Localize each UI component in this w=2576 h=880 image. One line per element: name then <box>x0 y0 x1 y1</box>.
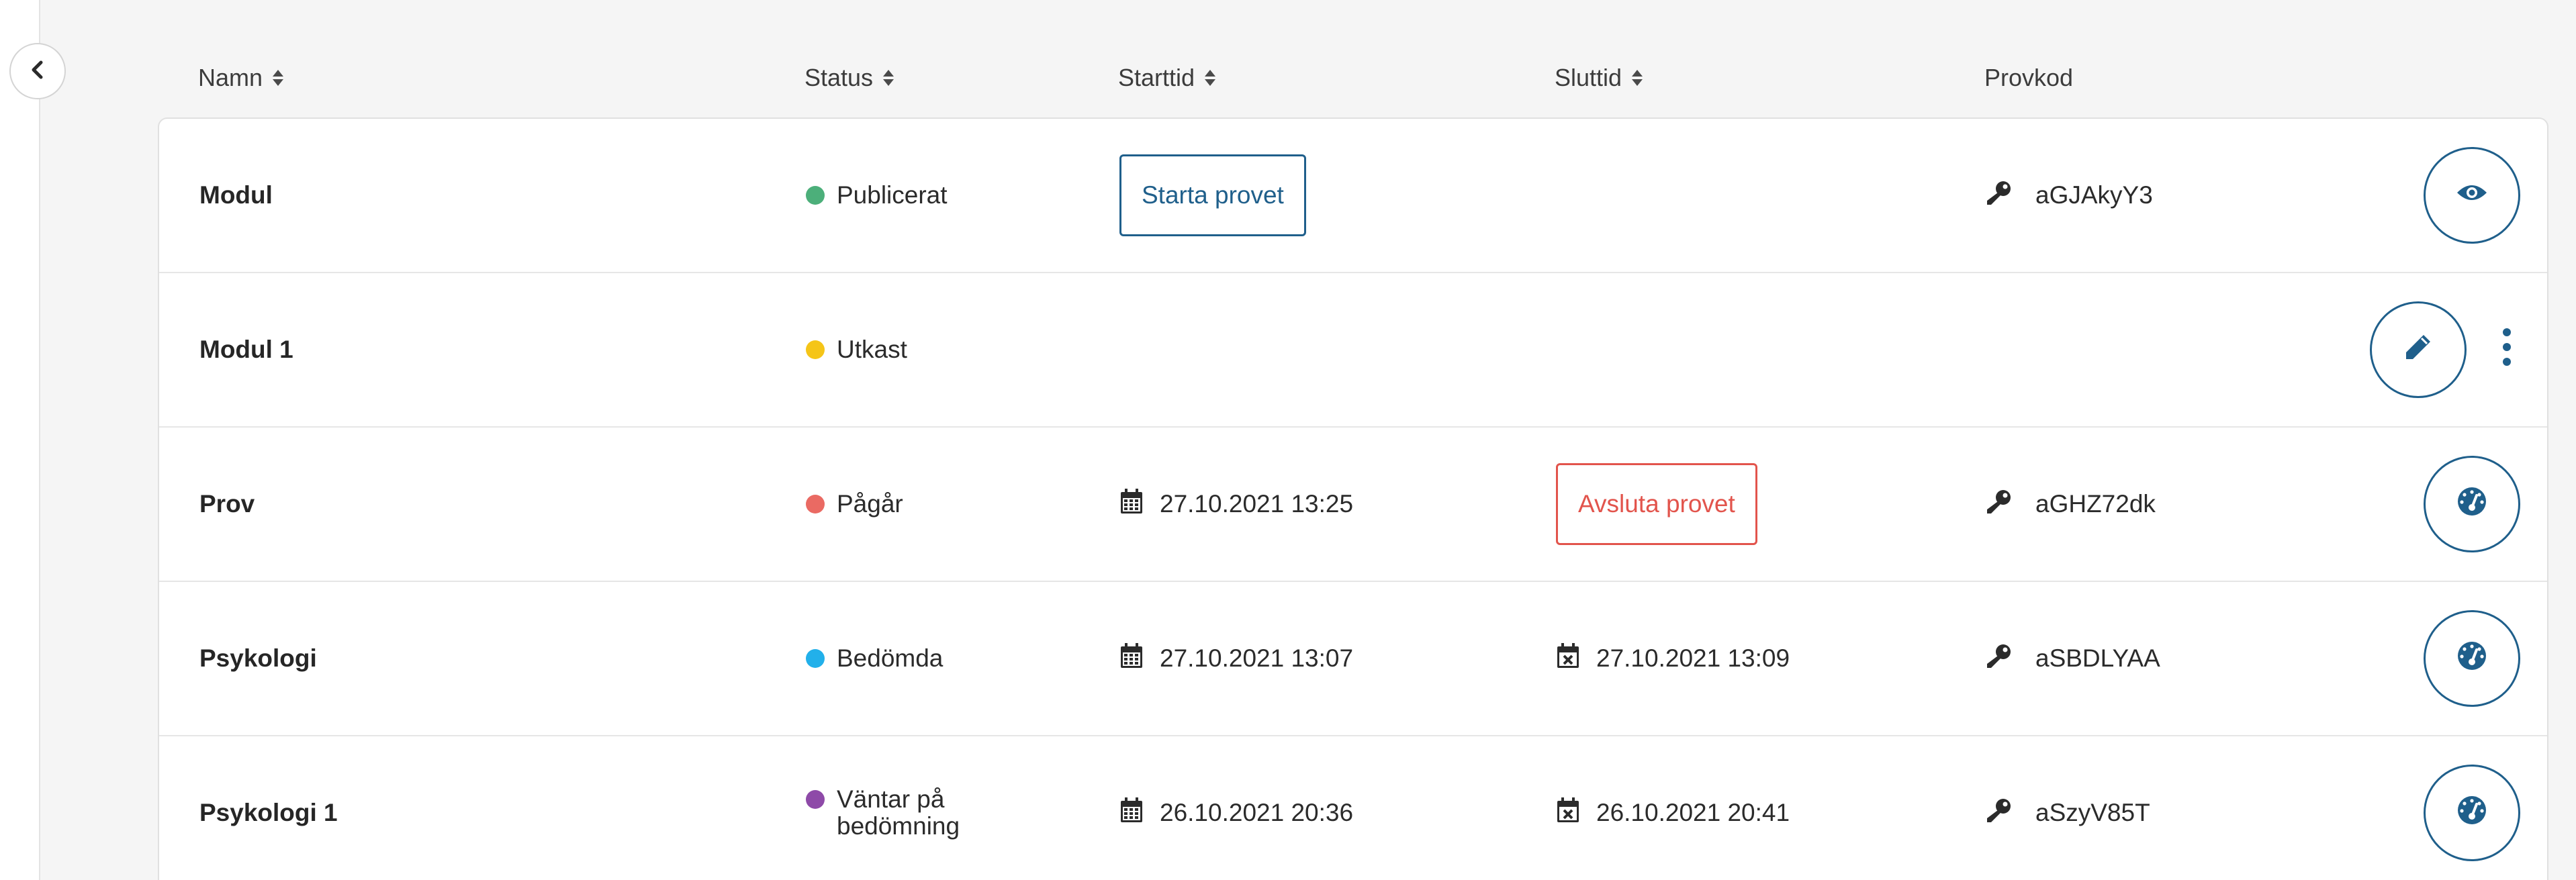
start-time: 26.10.2021 20:36 <box>1160 799 1354 826</box>
column-label: Starttid <box>1118 64 1195 91</box>
calendar-times-icon <box>1556 642 1580 675</box>
sort-icon <box>882 69 894 87</box>
sort-icon <box>1631 69 1643 87</box>
collapse-sidebar-button[interactable] <box>9 43 66 99</box>
results-button[interactable] <box>2424 765 2520 861</box>
key-icon <box>1986 642 2013 675</box>
key-icon <box>1986 179 2013 212</box>
row-status: Väntar på bedömning <box>806 736 1011 880</box>
sort-icon <box>1204 69 1216 87</box>
status-dot <box>806 340 825 359</box>
column-label: Namn <box>198 64 263 91</box>
view-button[interactable] <box>2424 147 2520 244</box>
end-exam-button[interactable]: Avsluta provet <box>1556 463 1757 545</box>
row-code: aSzyV85T <box>1986 736 2150 880</box>
row-actions <box>2424 428 2520 581</box>
main-content: Namn Status Starttid Sluttid Provkod Mod… <box>40 0 2576 880</box>
column-label: Provkod <box>1984 64 2074 91</box>
row-name: Psykologi 1 <box>199 799 338 826</box>
sort-icon <box>272 69 284 87</box>
column-header-name[interactable]: Namn <box>198 51 284 105</box>
status-text: Bedömda <box>837 644 944 672</box>
row-end: 27.10.2021 13:09 <box>1556 582 1790 735</box>
results-button[interactable] <box>2424 610 2520 707</box>
speedometer-icon <box>2455 795 2489 832</box>
column-header-start[interactable]: Starttid <box>1118 51 1216 105</box>
edit-button[interactable] <box>2370 301 2467 398</box>
status-dot <box>806 649 825 668</box>
row-name: Modul <box>199 181 273 209</box>
row-start: 26.10.2021 20:36 <box>1119 736 1353 880</box>
more-options-button[interactable] <box>2493 320 2520 380</box>
results-button[interactable] <box>2424 456 2520 552</box>
calendar-icon <box>1119 488 1144 521</box>
exam-code: aSzyV85T <box>2035 799 2150 826</box>
status-text: Publicerat <box>837 181 948 209</box>
status-wrap: Väntar på bedömning <box>806 786 1011 840</box>
row-status: Pågår <box>806 428 903 581</box>
row-actions <box>2424 582 2520 735</box>
column-header-end[interactable]: Sluttid <box>1555 51 1643 105</box>
start-time: 27.10.2021 13:25 <box>1160 490 1354 518</box>
calendar-icon <box>1119 642 1144 675</box>
row-status: Publicerat <box>806 119 948 272</box>
row-name: Prov <box>199 490 255 518</box>
exam-code: aSBDLYAA <box>2035 644 2160 672</box>
table-row: Modul 1 Utkast <box>159 273 2547 428</box>
left-rail <box>0 0 40 880</box>
row-code: aSBDLYAA <box>1986 582 2160 735</box>
pencil-icon <box>2403 332 2433 368</box>
exam-code: aGHZ72dk <box>2035 490 2156 518</box>
row-start: 27.10.2021 13:25 <box>1119 428 1353 581</box>
row-name: Modul 1 <box>199 336 293 363</box>
column-header-code: Provkod <box>1984 51 2073 105</box>
row-actions <box>2424 119 2520 272</box>
status-dot <box>806 495 825 514</box>
row-name: Psykologi <box>199 644 317 672</box>
chevron-left-icon <box>30 60 45 83</box>
table-row: Prov Pågår 27.10.2021 13:25 Avsluta prov… <box>159 428 2547 582</box>
row-status: Utkast <box>806 273 907 426</box>
column-header-status[interactable]: Status <box>804 51 894 105</box>
status-text: Pågår <box>837 490 903 518</box>
calendar-icon <box>1119 797 1144 830</box>
row-code: aGJAkyY3 <box>1986 119 2153 272</box>
status-dot <box>806 186 825 205</box>
start-time: 27.10.2021 13:07 <box>1160 644 1354 672</box>
status-text: Väntar på bedömning <box>837 785 960 840</box>
end-time: 27.10.2021 13:09 <box>1596 644 1790 672</box>
row-end: 26.10.2021 20:41 <box>1556 736 1790 880</box>
speedometer-icon <box>2455 640 2489 677</box>
row-start: Starta provet <box>1119 119 1306 272</box>
row-actions <box>2370 273 2520 426</box>
start-exam-button[interactable]: Starta provet <box>1119 154 1306 236</box>
end-time: 26.10.2021 20:41 <box>1596 799 1790 826</box>
table-row: Psykologi 1 Väntar på bedömning 26.10.20… <box>159 736 2547 880</box>
column-label: Status <box>804 64 874 91</box>
row-code: aGHZ72dk <box>1986 428 2156 581</box>
calendar-times-icon <box>1556 797 1580 830</box>
key-icon <box>1986 488 2013 521</box>
key-icon <box>1986 797 2013 830</box>
row-status: Bedömda <box>806 582 943 735</box>
row-end: Avsluta provet <box>1556 428 1757 581</box>
page: Namn Status Starttid Sluttid Provkod Mod… <box>0 0 2576 880</box>
table-row: Psykologi Bedömda 27.10.2021 13:07 27.10… <box>159 582 2547 736</box>
table-body: Modul Publicerat Starta provet aGJAkyY3 <box>158 117 2548 880</box>
status-text: Utkast <box>837 336 907 363</box>
table-header: Namn Status Starttid Sluttid Provkod <box>158 51 2575 105</box>
eye-icon <box>2456 181 2488 209</box>
status-dot <box>806 790 825 810</box>
more-vertical-icon <box>2502 328 2512 373</box>
row-start: 27.10.2021 13:07 <box>1119 582 1353 735</box>
exam-code: aGJAkyY3 <box>2035 181 2153 209</box>
column-label: Sluttid <box>1555 64 1622 91</box>
speedometer-icon <box>2455 486 2489 523</box>
row-actions <box>2424 736 2520 880</box>
table-row: Modul Publicerat Starta provet aGJAkyY3 <box>159 119 2547 273</box>
